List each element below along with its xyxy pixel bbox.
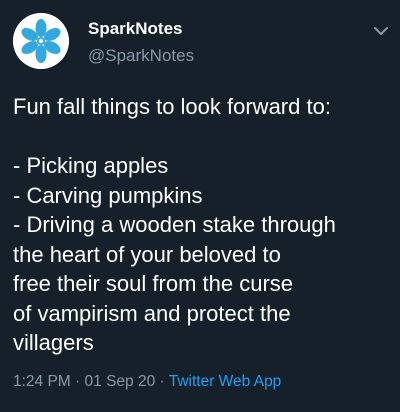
chevron-down-icon[interactable] [370,20,392,42]
display-name[interactable]: SparkNotes [88,19,182,39]
tweet-time[interactable]: 1:24 PM [13,373,71,390]
avatar[interactable] [13,13,69,69]
tweet-line: villagers [13,330,94,355]
meta-separator: · [159,373,165,390]
tweet-line: - Picking apples [13,153,169,178]
tweet-line: - Driving a wooden stake through [13,212,336,237]
user-handle[interactable]: @SparkNotes [88,46,194,66]
tweet-meta: 1:24 PM · 01 Sep 20 · Twitter Web App [13,373,281,391]
tweet-line: the heart of your beloved to [13,241,281,267]
tweet-text: Fun fall things to look forward to: - Pi… [13,92,393,358]
tweet-card: SparkNotes @SparkNotes Fun fall things t… [0,0,400,412]
tweet-source-link[interactable]: Twitter Web App [169,373,282,390]
sparknotes-logo-icon [13,13,69,69]
tweet-line: Fun fall things to look forward to: [13,94,331,119]
tweet-line: free their soul from the curse [13,271,294,296]
tweet-line: - Carving pumpkins [13,182,203,208]
tweet-date[interactable]: 01 Sep 20 [85,373,156,390]
tweet-line: of vampirism and protect the [13,300,291,326]
meta-separator: · [75,373,81,390]
